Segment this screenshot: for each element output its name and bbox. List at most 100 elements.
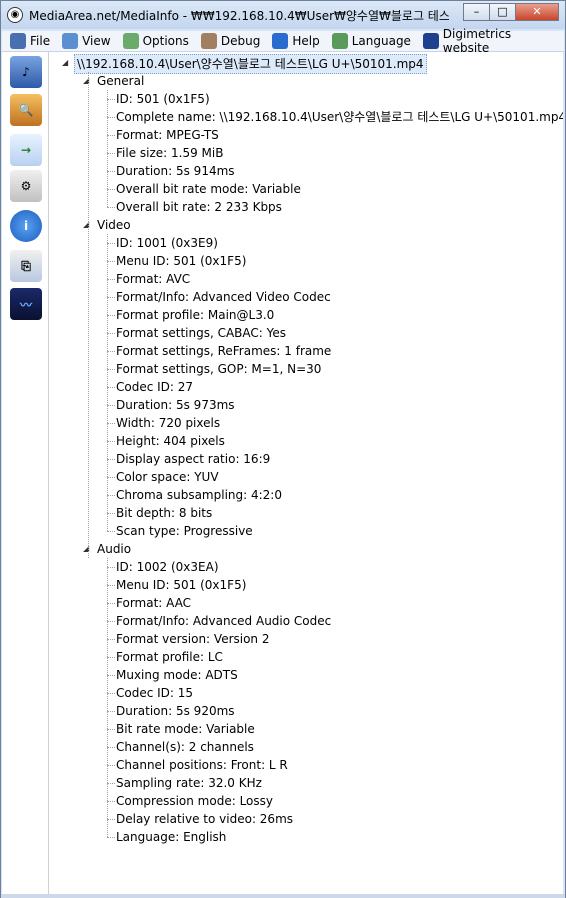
tree-connector [107,477,115,478]
tree-connector [107,369,115,370]
tree-item[interactable]: Sampling rate: 32.0 KHz [116,774,262,792]
tree-item[interactable]: Delay relative to video: 26ms [116,810,293,828]
tree-item[interactable]: Menu ID: 501 (0x1F5) [116,576,246,594]
tree-connector [107,657,115,658]
tree-connector [107,783,115,784]
menu-view[interactable]: View [62,33,111,49]
tree-item[interactable]: Width: 720 pixels [116,414,220,432]
tree-item[interactable]: Display aspect ratio: 16:9 [116,450,270,468]
view-icon [62,33,79,49]
tree-item[interactable]: Height: 404 pixels [116,432,225,450]
close-button[interactable]: ✕ [515,3,559,21]
tree-item[interactable]: ID: 1002 (0x3EA) [116,558,219,576]
tree-connector [107,207,115,208]
copy-web-icon[interactable]: ⎘ [10,250,42,282]
tree-connector [107,234,108,531]
tree-connector [107,171,115,172]
tree-item[interactable]: ID: 1001 (0x3E9) [116,234,218,252]
tree-connector [107,90,108,207]
tree-connector [107,747,115,748]
menu-debug[interactable]: Debug [200,33,261,49]
tree-connector [107,675,115,676]
open-folder-icon[interactable]: 🔍 [10,94,42,126]
collapse-arrow-icon[interactable]: ◢ [62,58,68,67]
tree-item[interactable]: Format/Info: Advanced Audio Codec [116,612,331,630]
tree-section-audio[interactable]: Audio [97,540,131,558]
tree-item[interactable]: Format: AAC [116,594,191,612]
tree-item[interactable]: Overall bit rate mode: Variable [116,180,301,198]
open-file-icon[interactable]: ♪ [10,56,42,88]
tree-connector [107,567,115,568]
tree-item[interactable]: File size: 1.59 MiB [116,144,223,162]
title-bar[interactable]: ◉ MediaArea.net/MediaInfo - ₩₩192.168.10… [1,1,565,29]
tree-connector [107,243,115,244]
tree-item[interactable]: Compression mode: Lossy [116,792,273,810]
tree-item[interactable]: Duration: 5s 914ms [116,162,235,180]
tree-connector [107,765,115,766]
tree-item[interactable]: Duration: 5s 920ms [116,702,235,720]
tree-item[interactable]: Channel(s): 2 channels [116,738,254,756]
tree-connector [107,513,115,514]
digimetrics-wave-icon[interactable]: 〰 [10,288,42,320]
tree-item[interactable]: Bit depth: 8 bits [116,504,212,522]
info-icon[interactable]: i [10,210,42,242]
minimize-button[interactable]: – [463,3,489,21]
tree-section-general[interactable]: General [97,72,144,90]
tree-item[interactable]: Bit rate mode: Variable [116,720,255,738]
tree-item[interactable]: ID: 501 (0x1F5) [116,90,210,108]
tree-item[interactable]: Menu ID: 501 (0x1F5) [116,252,246,270]
debug-icon [200,33,217,49]
help-icon [272,33,289,49]
tree-item[interactable]: Duration: 5s 973ms [116,396,235,414]
tree-item[interactable]: Format: MPEG-TS [116,126,219,144]
language-icon [331,33,348,49]
tree-connector [107,405,115,406]
tree-item[interactable]: Format: AVC [116,270,190,288]
menu-digimetrics-website[interactable]: Digimetrics website [422,27,560,55]
menu-label: Digimetrics website [442,27,512,55]
tree-connector [107,297,115,298]
menu-file[interactable]: File [10,33,50,49]
tree-connector [107,495,115,496]
menu-language[interactable]: Language [331,33,411,49]
tree-item[interactable]: Language: English [116,828,226,846]
menu-help[interactable]: Help [272,33,320,49]
tree-item[interactable]: Complete name: \\192.168.10.4\User\양수열\블… [116,108,563,126]
tree-item[interactable]: Overall bit rate: 2 233 Kbps [116,198,282,216]
tree-connector [107,531,115,532]
tree-connector [107,99,115,100]
toolbar-sidebar: ♪ 🔍 → ⚙ i ⎘ 〰 [2,52,49,894]
menu-label: View [82,34,111,48]
window-title: MediaArea.net/MediaInfo - ₩₩192.168.10.4… [29,9,449,23]
maximize-button[interactable]: □ [489,3,515,21]
tree-item[interactable]: Format settings, GOP: M=1, N=30 [116,360,321,378]
tree-connector [107,423,115,424]
file-icon [10,33,26,49]
tree-section-video[interactable]: Video [97,216,131,234]
menu-options[interactable]: Options [122,33,189,49]
tree-connector [88,72,89,558]
preferences-icon[interactable]: ⚙ [10,170,42,202]
tree-item[interactable]: Format version: Version 2 [116,630,270,648]
tree-item[interactable]: Format profile: LC [116,648,223,666]
tree-item[interactable]: Codec ID: 27 [116,378,193,396]
menu-label: Debug [220,34,261,48]
tree-item[interactable]: Channel positions: Front: L R [116,756,288,774]
info-tree-view[interactable]: ◢ \\192.168.10.4\User\양수열\블로그 테스트\LG U+\5… [49,52,563,894]
tree-root-file[interactable]: \\192.168.10.4\User\양수열\블로그 테스트\LG U+\50… [74,54,427,74]
tree-connector [107,333,115,334]
tree-item[interactable]: Codec ID: 15 [116,684,193,702]
tree-item[interactable]: Scan type: Progressive [116,522,253,540]
menu-label: Language [351,34,411,48]
export-icon[interactable]: → [10,134,42,166]
tree-item[interactable]: Format/Info: Advanced Video Codec [116,288,331,306]
tree-item[interactable]: Color space: YUV [116,468,219,486]
tree-item[interactable]: Chroma subsampling: 4:2:0 [116,486,282,504]
menu-label: Help [292,34,320,48]
tree-connector [107,621,115,622]
tree-item[interactable]: Format profile: Main@L3.0 [116,306,274,324]
tree-item[interactable]: Muxing mode: ADTS [116,666,238,684]
tree-item[interactable]: Format settings, ReFrames: 1 frame [116,342,331,360]
tree-item[interactable]: Format settings, CABAC: Yes [116,324,286,342]
tree-connector [107,315,115,316]
